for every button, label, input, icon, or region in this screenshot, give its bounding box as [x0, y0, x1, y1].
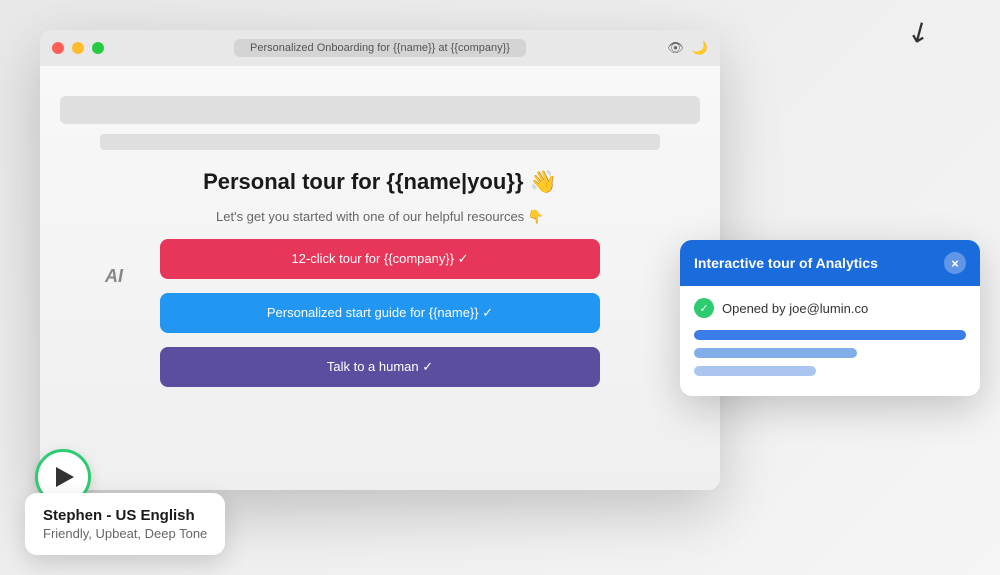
moon-icon: 🌙 [692, 40, 708, 56]
deco-arrow: ↙ [900, 11, 937, 51]
main-subtitle: Let's get you started with one of our he… [216, 209, 544, 225]
bg-bar-top [60, 96, 700, 124]
notification-user-text: Opened by joe@lumin.co [722, 301, 868, 316]
human-button[interactable]: Talk to a human ✓ [160, 347, 600, 387]
browser-content: AI Personal tour for {{name|you}} 👋 Let'… [40, 66, 720, 490]
notification-header: Interactive tour of Analytics × [680, 240, 980, 286]
progress-bar-3 [694, 366, 816, 376]
check-circle-icon: ✓ [694, 298, 714, 318]
voice-description: Friendly, Upbeat, Deep Tone [43, 526, 207, 541]
notification-close-button[interactable]: × [944, 252, 966, 274]
browser-titlebar: Personalized Onboarding for {{name}} at … [40, 30, 720, 66]
notification-user-row: ✓ Opened by joe@lumin.co [694, 298, 966, 318]
traffic-light-yellow[interactable] [72, 42, 84, 54]
ai-label: AI [105, 266, 123, 287]
browser-controls: 👁 🌙 [667, 40, 708, 56]
eye-icon: 👁 [667, 40, 684, 56]
notification-body: ✓ Opened by joe@lumin.co [680, 286, 980, 396]
progress-bar-full [694, 330, 966, 340]
traffic-light-red[interactable] [52, 42, 64, 54]
browser-url-bar[interactable]: Personalized Onboarding for {{name}} at … [234, 39, 526, 57]
voice-name: Stephen - US English [43, 507, 207, 524]
notification-title: Interactive tour of Analytics [694, 255, 878, 271]
bg-bar-subtitle [100, 134, 660, 150]
progress-bar-1 [694, 330, 966, 340]
main-content: Personal tour for {{name|you}} 👋 Let's g… [160, 169, 600, 387]
browser-window: Personalized Onboarding for {{name}} at … [40, 30, 720, 490]
progress-bar-2 [694, 348, 857, 358]
guide-button[interactable]: Personalized start guide for {{name}} ✓ [160, 293, 600, 333]
tour-button[interactable]: 12-click tour for {{company}} ✓ [160, 239, 600, 279]
main-title: Personal tour for {{name|you}} 👋 [203, 169, 557, 195]
progress-bar-short-container [694, 366, 966, 376]
voice-card: Stephen - US English Friendly, Upbeat, D… [25, 493, 225, 555]
traffic-light-green[interactable] [92, 42, 104, 54]
progress-bar-mid-container [694, 348, 966, 358]
notification-card: Interactive tour of Analytics × ✓ Opened… [680, 240, 980, 396]
play-icon [56, 467, 74, 487]
